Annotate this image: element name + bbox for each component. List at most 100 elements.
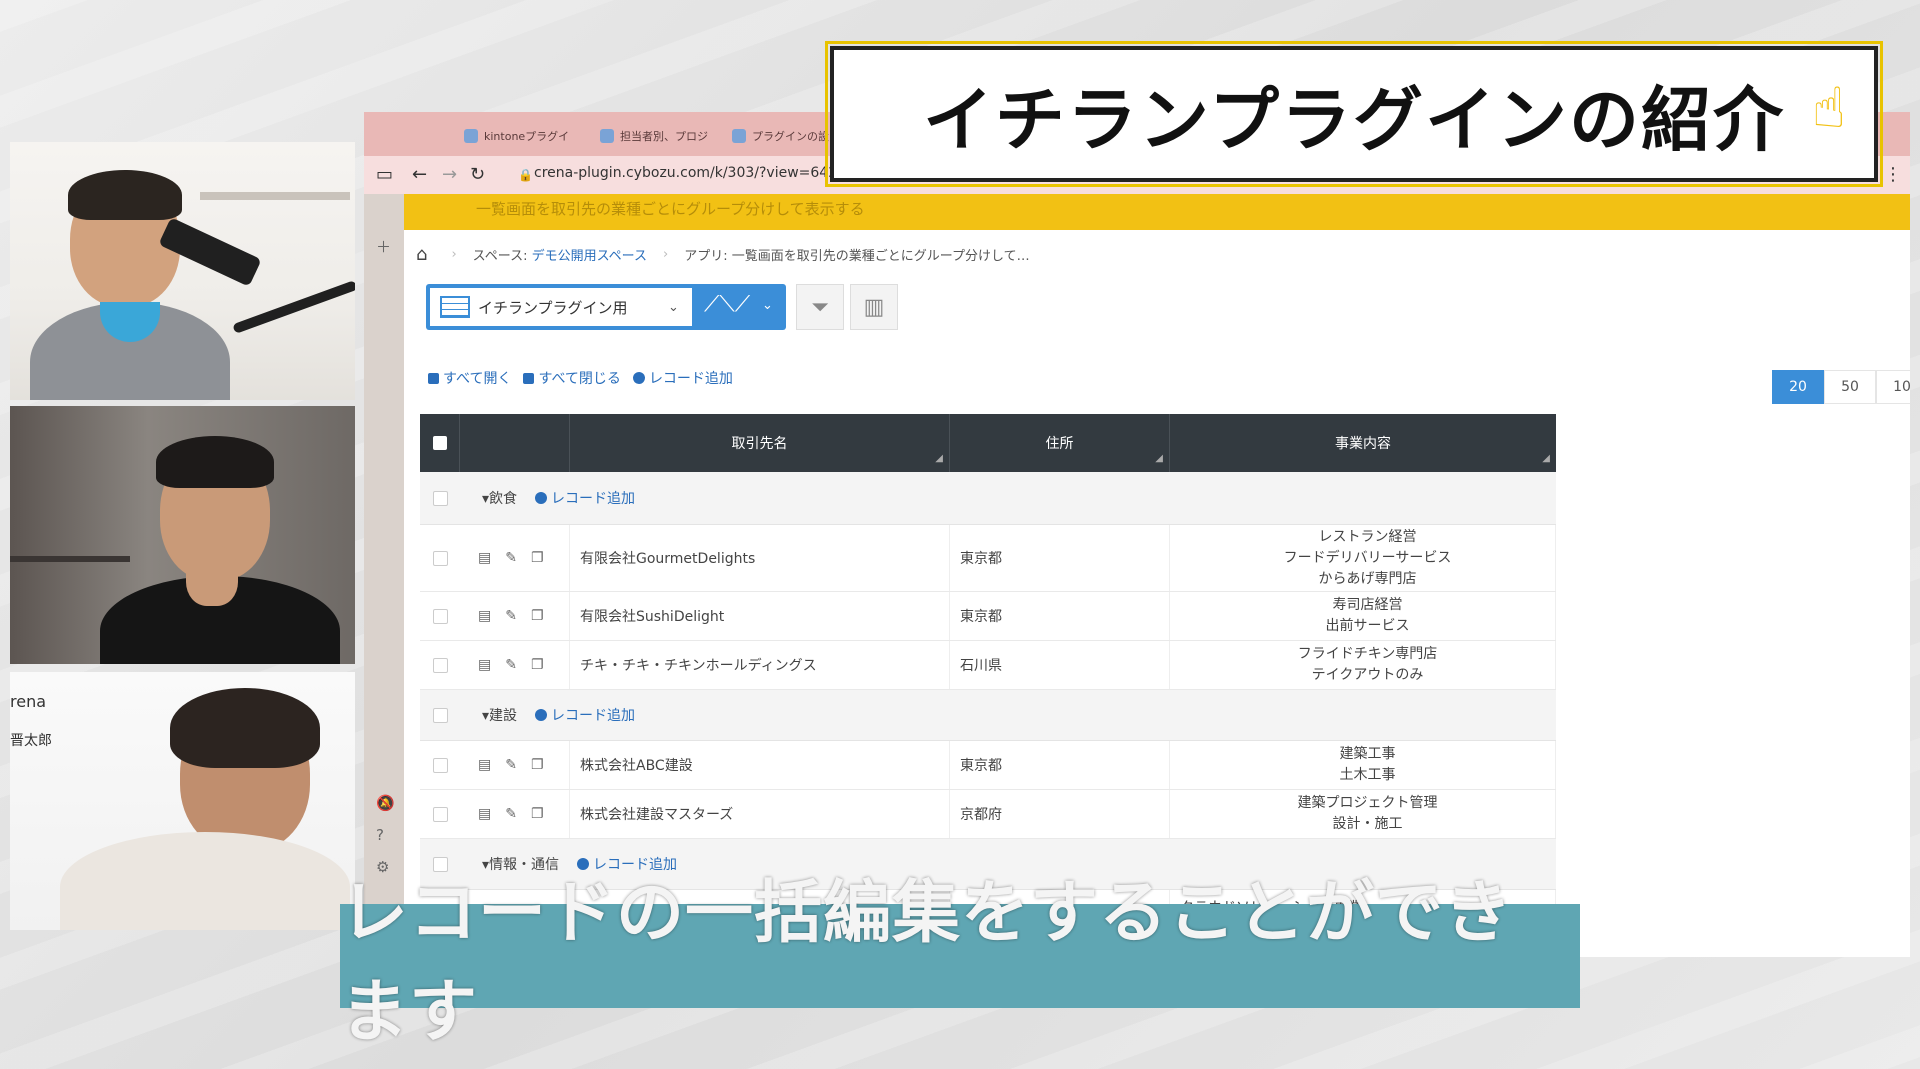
group-add-record-label: レコード追加 <box>551 491 636 507</box>
copy-icon[interactable]: ❐ <box>531 550 544 566</box>
add-record-link[interactable]: レコード追加 <box>632 368 733 388</box>
forward-icon[interactable]: → <box>442 164 457 185</box>
video-title-overlay: イチランプラグインの紹介 ☝ <box>825 41 1883 187</box>
business-line: からあげ専門店 <box>1318 570 1417 587</box>
header-business[interactable]: 事業内容 ◢ <box>1170 414 1556 472</box>
webcam-participant-3: rena 晋太郎 <box>10 672 355 930</box>
reload-icon[interactable]: ↻ <box>470 164 485 185</box>
collapse-all-link[interactable]: すべて閉じる <box>523 368 621 388</box>
view-dropdown[interactable]: イチランプラグイン用 ⌄ <box>430 288 692 326</box>
subtitle-caption: レコードの一括編集をすることができます <box>340 874 1580 1052</box>
more-icon[interactable]: ⋮ <box>1884 164 1902 185</box>
view-selector[interactable]: イチランプラグイン用 ⌄ ⟋⟍⟋ ⌄ <box>426 284 786 330</box>
cell-address: 東京都 <box>950 525 1170 591</box>
breadcrumb-space[interactable]: スペース: デモ公開用スペース <box>473 245 647 264</box>
row-checkbox-cell <box>420 490 460 506</box>
group-toggle[interactable]: ▾飲食 <box>482 488 517 508</box>
home-icon[interactable]: ⌂ <box>416 244 427 265</box>
sidebar-toggle-icon[interactable]: ▭ <box>376 164 393 185</box>
page-size-20[interactable]: 20 <box>1772 370 1824 404</box>
browser-tab-3[interactable]: プラグインの設 <box>732 122 829 150</box>
copy-icon[interactable]: ❐ <box>531 657 544 673</box>
table-row: ▤ ✎ ❐ 有限会社GourmetDelights 東京都 レストラン経営 フードデ… <box>420 525 1556 592</box>
row-checkbox[interactable] <box>432 707 448 723</box>
document-icon[interactable]: ▤ <box>478 657 491 673</box>
breadcrumb-space-link[interactable]: デモ公開用スペース <box>532 249 647 264</box>
resize-handle-icon[interactable]: ◢ <box>1155 453 1163 464</box>
row-checkbox[interactable] <box>432 757 448 773</box>
header-business-label: 事業内容 <box>1335 436 1391 452</box>
resize-handle-icon[interactable]: ◢ <box>1542 453 1550 464</box>
row-checkbox[interactable] <box>432 608 448 624</box>
group-row: ▾建設 レコード追加 <box>420 690 1556 741</box>
help-icon[interactable]: ? <box>376 826 384 844</box>
group-name: 建設 <box>489 708 518 724</box>
plus-circle-icon <box>632 372 645 384</box>
row-actions: ▤ ✎ ❐ <box>460 592 570 640</box>
person-figure <box>90 436 350 664</box>
row-checkbox[interactable] <box>432 490 448 506</box>
browser-tab-2[interactable]: 担当者別、プロジ <box>600 122 708 150</box>
webcam-participant-1 <box>10 142 355 400</box>
copy-icon[interactable]: ❐ <box>531 757 544 773</box>
row-checkbox-cell <box>420 641 460 689</box>
row-actions: ▤ ✎ ❐ <box>460 641 570 689</box>
chart-button[interactable]: ▥ <box>850 284 898 330</box>
document-icon[interactable]: ▤ <box>478 806 491 822</box>
resize-handle-icon[interactable]: ◢ <box>935 453 943 464</box>
app-title: 一覧画面を取引先の業種ごとにグループ分けして表示する <box>476 200 865 218</box>
notification-off-icon[interactable]: 🔕 <box>376 794 395 812</box>
business-line: レストラン経営 <box>1318 528 1417 545</box>
group-toggle[interactable]: ▾建設 <box>482 705 517 725</box>
breadcrumb: ⌂ › スペース: デモ公開用スペース › アプリ: 一覧画面を取引先の業種ごと… <box>416 230 1910 278</box>
expand-all-label: すべて開く <box>443 371 512 387</box>
row-checkbox[interactable] <box>432 550 448 566</box>
group-name: 飲食 <box>489 491 518 507</box>
business-line: 設計・施工 <box>1332 816 1403 832</box>
cell-business: 建築工事 土木工事 <box>1170 741 1556 789</box>
document-icon[interactable]: ▤ <box>478 550 491 566</box>
edit-icon[interactable]: ✎ <box>505 757 517 773</box>
business-line: フードデリバリーサービス <box>1283 549 1452 566</box>
group-add-record-link[interactable]: レコード追加 <box>535 488 635 508</box>
header-company[interactable]: 取引先名 ◢ <box>570 414 950 472</box>
row-checkbox[interactable] <box>432 806 448 822</box>
header-address[interactable]: 住所 ◢ <box>950 414 1170 472</box>
page-size-100[interactable]: 10 <box>1876 370 1910 404</box>
business-line: 建築工事 <box>1339 746 1396 762</box>
header-actions-cell <box>460 414 570 472</box>
page-size-50[interactable]: 50 <box>1824 370 1876 404</box>
edit-icon[interactable]: ✎ <box>505 806 517 822</box>
cell-company: 株式会社建設マスターズ <box>570 790 950 838</box>
table-row: ▤ ✎ ❐ チキ・チキ・チキンホールディングス 石川県 フライドチキン専門店 テイク… <box>420 641 1556 690</box>
edit-icon[interactable]: ✎ <box>505 608 517 624</box>
url-field[interactable]: crena-plugin.cybozu.com/k/303/?view=6429 <box>534 165 846 181</box>
document-icon[interactable]: ▤ <box>478 608 491 624</box>
breadcrumb-app[interactable]: アプリ: 一覧画面を取引先の業種ごとにグループ分けして… <box>684 245 1029 264</box>
row-checkbox[interactable] <box>432 657 448 673</box>
records-table: 取引先名 ◢ 住所 ◢ 事業内容 ◢ ▾飲食 レコード追加 ▤ ✎ ❐ 有限会社Gourm… <box>420 414 1556 931</box>
select-all-cell <box>420 414 460 472</box>
chevron-down-icon: ⌄ <box>668 300 679 315</box>
document-icon[interactable]: ▤ <box>478 757 491 773</box>
group-row: ▾飲食 レコード追加 <box>420 472 1556 525</box>
copy-icon[interactable]: ❐ <box>531 608 544 624</box>
select-all-checkbox[interactable] <box>432 436 447 450</box>
header-company-label: 取引先名 <box>731 436 788 452</box>
graph-icon[interactable]: ⟋⟍⟋ <box>704 292 750 317</box>
edit-icon[interactable]: ✎ <box>505 657 517 673</box>
group-add-record-link[interactable]: レコード追加 <box>535 705 635 725</box>
table-row: ▤ ✎ ❐ 株式会社ABC建設 東京都 建築工事 土木工事 <box>420 741 1556 790</box>
edit-icon[interactable]: ✎ <box>505 550 517 566</box>
back-icon[interactable]: ← <box>412 164 427 185</box>
browser-window: kintoneプラグイ 担当者別、プロジ プラグインの設 ▭ ← → ↻ 🔒 c… <box>364 112 1910 957</box>
chevron-down-icon[interactable]: ⌄ <box>762 298 773 313</box>
copy-icon[interactable]: ❐ <box>531 806 544 822</box>
browser-tab-1[interactable]: kintoneプラグイ <box>464 122 569 150</box>
expand-all-link[interactable]: すべて開く <box>428 368 511 388</box>
add-icon[interactable]: ＋ <box>376 236 391 257</box>
row-actions: ▤ ✎ ❐ <box>460 525 570 591</box>
filter-button[interactable]: ⏷ <box>796 284 844 330</box>
cell-company: 有限会社GourmetDelights <box>570 525 950 591</box>
cell-address: 石川県 <box>950 641 1170 689</box>
